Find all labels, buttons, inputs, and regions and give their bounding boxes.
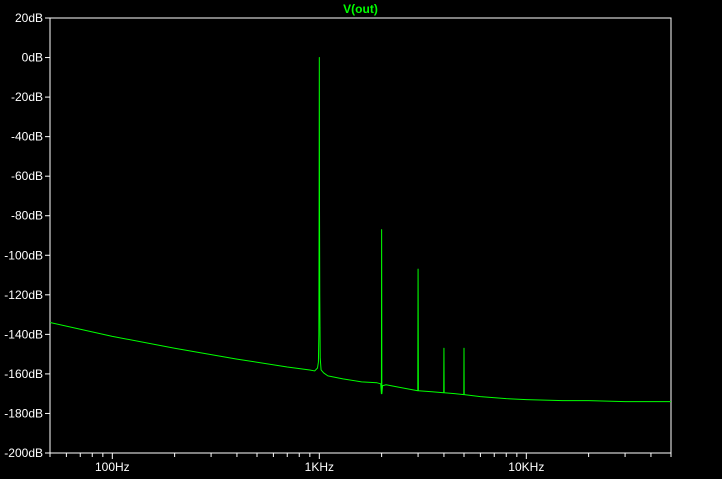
y-tick-label: -140dB: [4, 327, 43, 341]
x-tick-label: 10KHz: [508, 460, 544, 474]
y-tick-label: -80dB: [11, 209, 43, 223]
series-layer: [50, 57, 671, 403]
y-tick-label: -160dB: [4, 367, 43, 381]
chart-title-group: V(out): [343, 2, 378, 16]
plot-frame: [49, 17, 672, 454]
plot-area: [49, 17, 672, 454]
y-tick-label: -20dB: [11, 90, 43, 104]
y-tick-label: -200dB: [4, 446, 43, 460]
y-tick-label: -180dB: [4, 406, 43, 420]
y-tick-label: -120dB: [4, 288, 43, 302]
y-tick-label: -40dB: [11, 130, 43, 144]
y-tick-label: -100dB: [4, 248, 43, 262]
chart-title[interactable]: V(out): [343, 2, 378, 16]
y-tick-label: 0dB: [22, 51, 43, 65]
x-tick-label: 1KHz: [305, 460, 334, 474]
x-axis: 100Hz 1KHz 10KHz: [49, 453, 672, 474]
x-tick-label: 100Hz: [95, 460, 130, 474]
y-tick-label: 20dB: [15, 11, 43, 25]
y-tick-label: -60dB: [11, 169, 43, 183]
plot: V(out) 20dB 0dB -20dB -40dB -60dB -80dB -100dB…: [4, 2, 672, 474]
y-axis: 20dB 0dB -20dB -40dB -60dB -80dB -100dB -120dB -…: [4, 11, 50, 460]
series-line-vout: [50, 57, 671, 403]
